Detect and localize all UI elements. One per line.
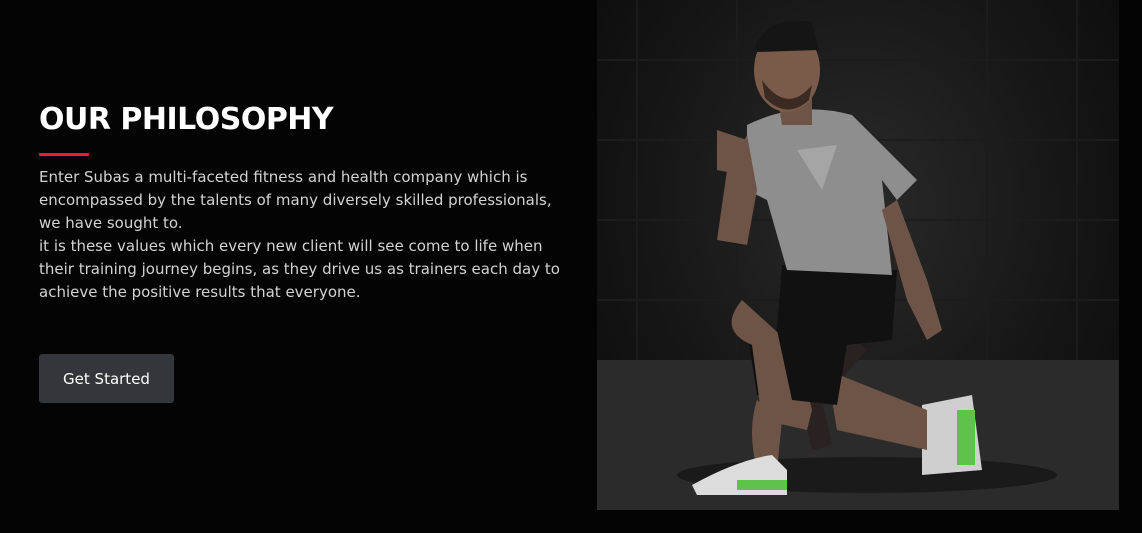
title-underline [39, 153, 89, 156]
philosophy-section: OUR PHILOSOPHY Enter Subas a multi-facet… [0, 0, 1142, 533]
description-paragraph-1: Enter Subas a multi-faceted fitness and … [39, 168, 552, 232]
back-shoe-sole [957, 410, 975, 465]
backwards-cap [755, 20, 819, 52]
gray-shirt [747, 109, 917, 275]
athlete-lunge-photo [597, 0, 1119, 510]
front-shoe-sole [737, 480, 787, 490]
section-title: OUR PHILOSOPHY [39, 102, 334, 137]
left-fist [717, 130, 747, 175]
get-started-button[interactable]: Get Started [39, 354, 174, 403]
description-paragraph-2: it is these values which every new clien… [39, 237, 560, 301]
athlete-illustration [597, 0, 1119, 510]
philosophy-text-column: OUR PHILOSOPHY Enter Subas a multi-facet… [39, 100, 569, 304]
philosophy-description: Enter Subas a multi-faceted fitness and … [39, 166, 569, 304]
